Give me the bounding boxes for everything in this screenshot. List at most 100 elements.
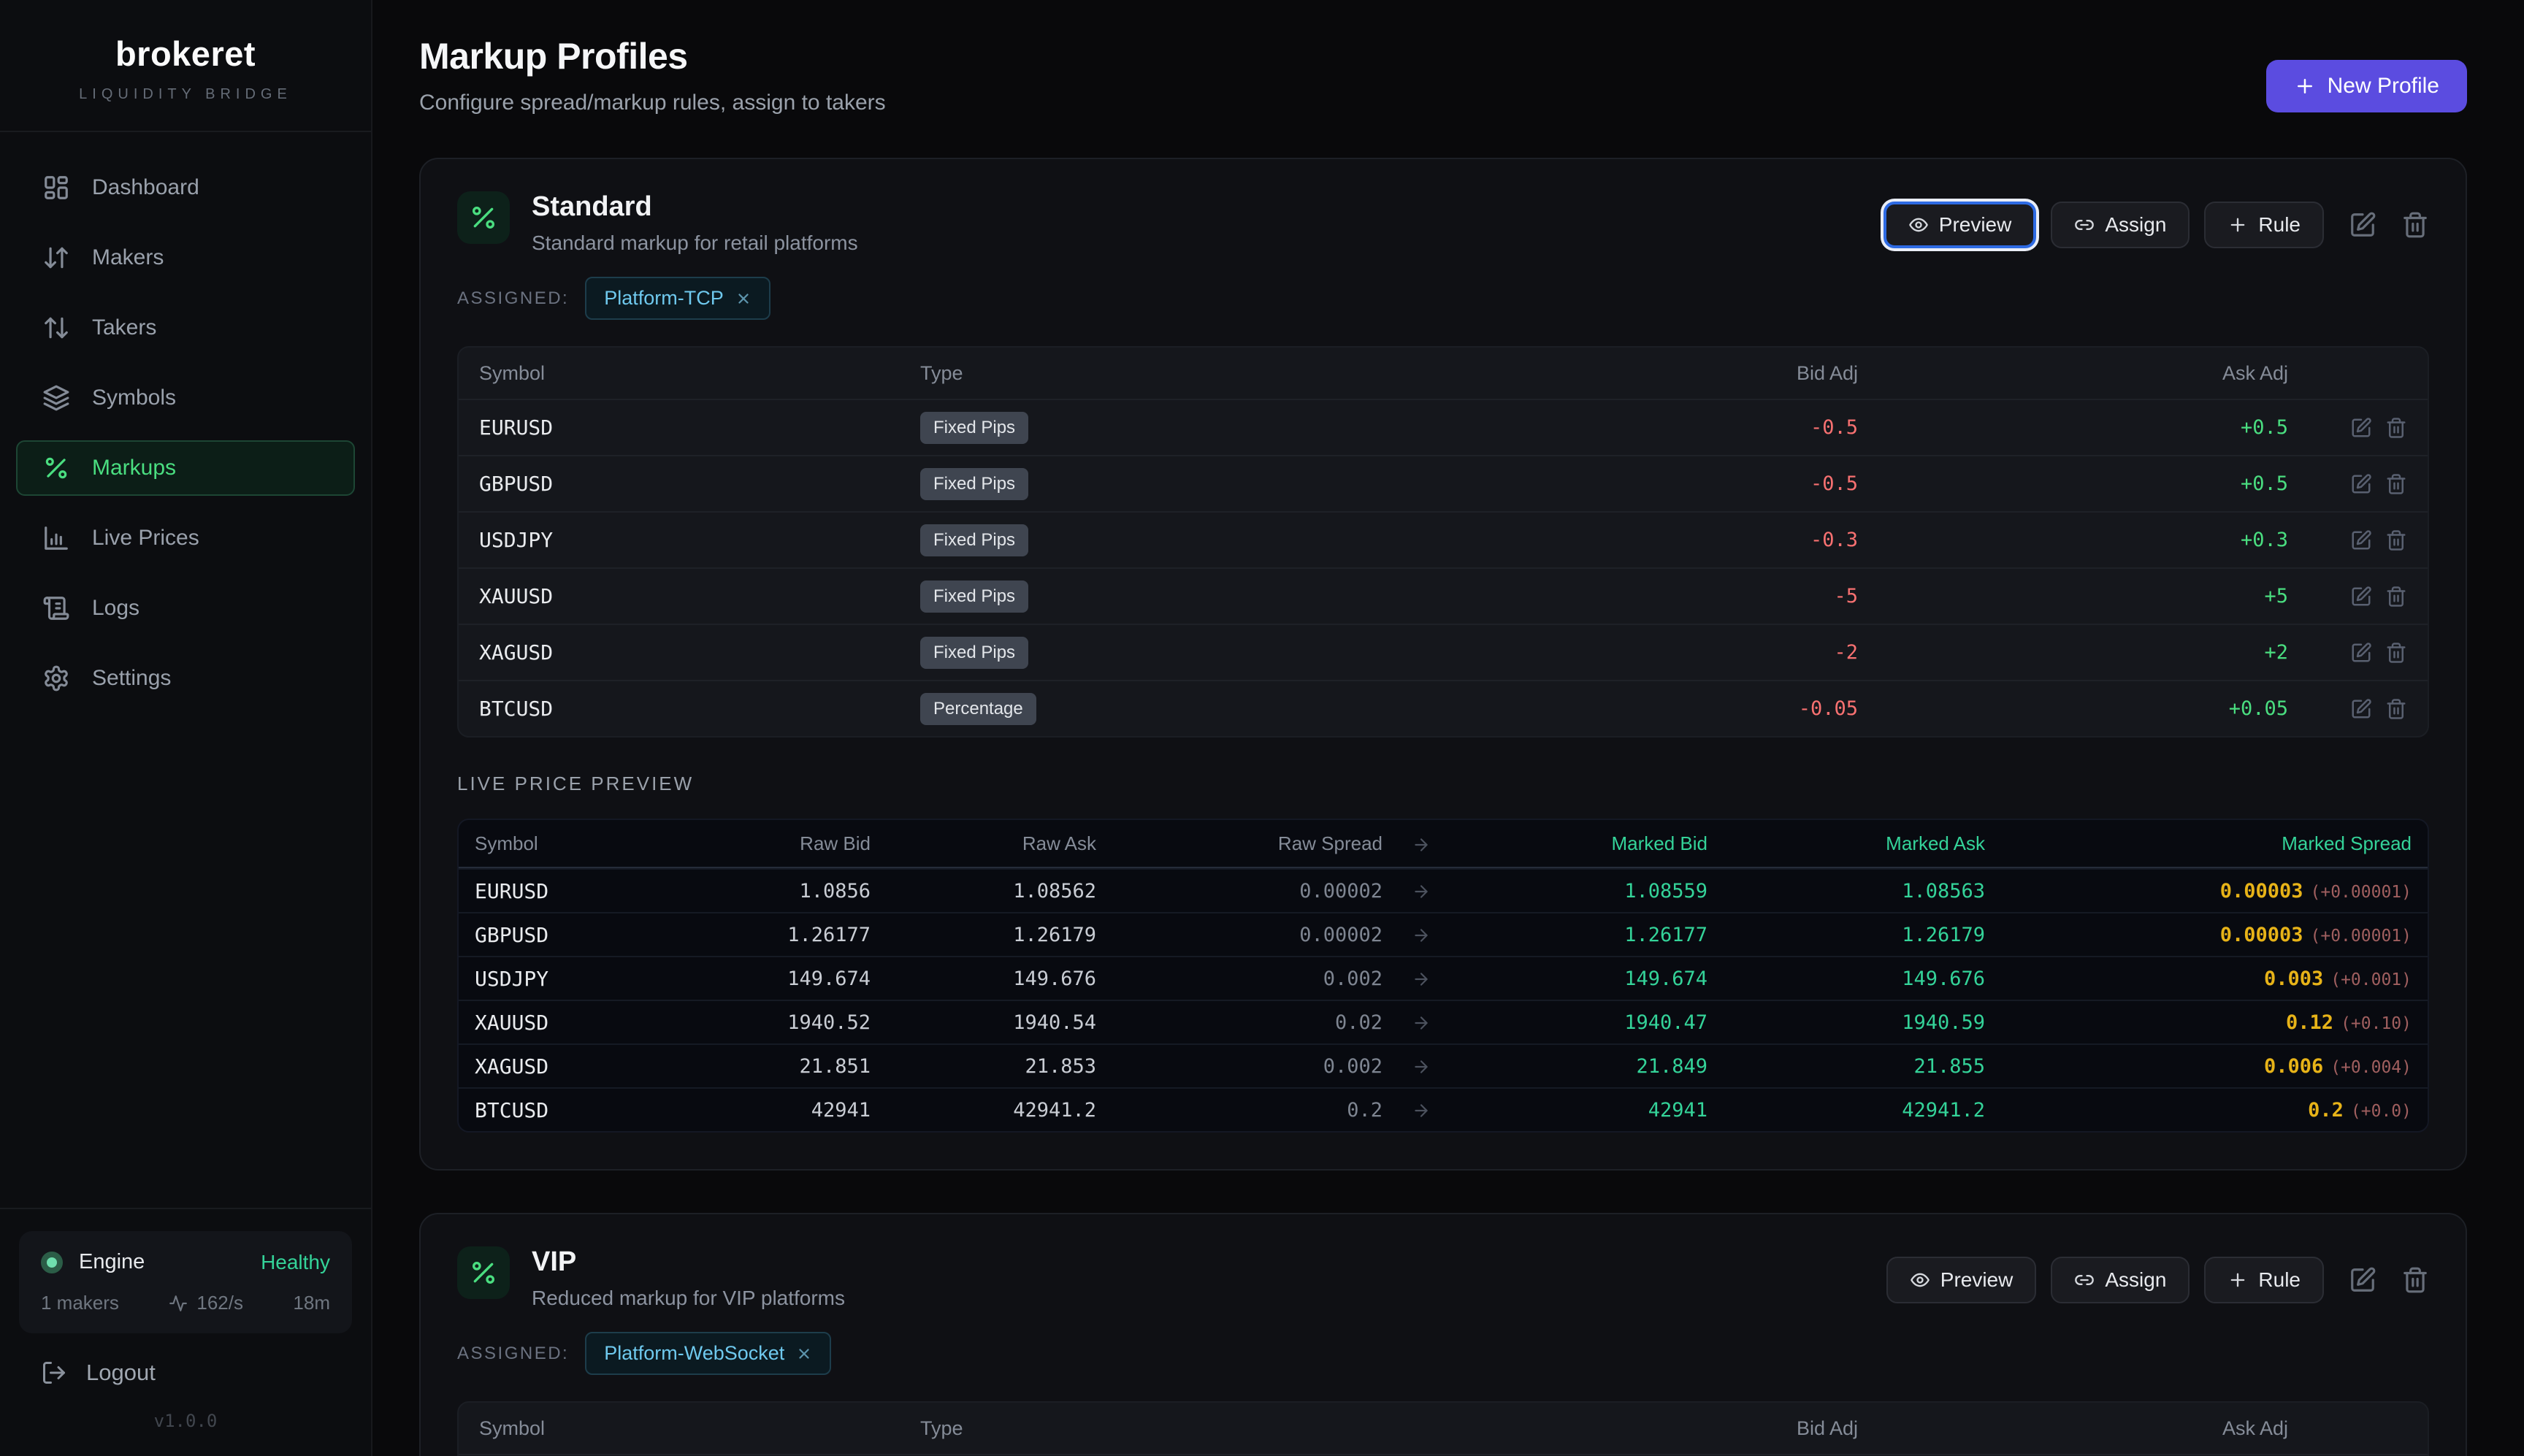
col-marked-ask: Marked Ask <box>1707 832 1985 855</box>
new-profile-label: New Profile <box>2328 74 2439 99</box>
rules-header-row: Symbol Type Bid Adj Ask Adj <box>459 348 2428 399</box>
col-type: Type <box>920 362 1431 385</box>
sidebar-item-label: Symbols <box>92 386 176 410</box>
sidebar-item-takers[interactable]: Takers <box>16 300 355 356</box>
assign-button[interactable]: Assign <box>2051 1257 2190 1303</box>
sidebar-item-label: Makers <box>92 245 164 270</box>
close-icon[interactable] <box>735 291 752 307</box>
sidebar-item-markups[interactable]: Markups <box>16 440 355 496</box>
trash-icon[interactable] <box>2385 529 2407 551</box>
close-icon[interactable] <box>796 1346 812 1362</box>
trash-icon[interactable] <box>2385 473 2407 495</box>
spread-delta: (+0.004) <box>2330 1058 2412 1077</box>
profile-tile <box>457 1246 510 1299</box>
preview-symbol: XAUUSD <box>475 1011 694 1035</box>
link-icon <box>2074 1270 2095 1290</box>
preview-button[interactable]: Preview <box>1884 202 2037 248</box>
logout-button[interactable]: Logout <box>41 1360 352 1386</box>
arrow-right-icon <box>1383 1055 1459 1078</box>
pulse-icon <box>169 1294 188 1313</box>
raw-spread: 0.00002 <box>1096 880 1383 903</box>
plus-icon <box>2227 1270 2248 1290</box>
delete-profile-button[interactable] <box>2401 1266 2429 1294</box>
add-rule-button[interactable]: Rule <box>2204 202 2324 248</box>
col-raw-spread: Raw Spread <box>1096 832 1383 855</box>
sidebar-item-live-prices[interactable]: Live Prices <box>16 510 355 566</box>
brand-tagline: LIQUIDITY BRIDGE <box>0 86 371 103</box>
edit-icon[interactable] <box>2350 417 2372 439</box>
edit-profile-button[interactable] <box>2349 1266 2376 1294</box>
assigned-taker-chip[interactable]: Platform-WebSocket <box>585 1332 831 1375</box>
col-raw-ask: Raw Ask <box>871 832 1096 855</box>
rule-row: BTCUSD Percentage -0.05 +0.05 <box>459 680 2428 736</box>
sidebar-item-logs[interactable]: Logs <box>16 581 355 636</box>
assigned-taker-name: Platform-TCP <box>604 287 724 310</box>
marked-ask: 21.855 <box>1707 1055 1985 1078</box>
marked-ask: 1.26179 <box>1707 924 1985 946</box>
page-header: Markup Profiles Configure spread/markup … <box>419 35 2467 115</box>
rule-bid-adj: -5 <box>1431 585 1858 608</box>
rule-type-badge: Fixed Pips <box>920 468 1028 500</box>
raw-bid: 1.0856 <box>694 880 871 903</box>
assign-button[interactable]: Assign <box>2051 202 2190 248</box>
edit-icon[interactable] <box>2350 642 2372 664</box>
raw-bid: 42941 <box>694 1099 871 1122</box>
link-icon <box>2074 215 2095 235</box>
delete-profile-button[interactable] <box>2401 211 2429 239</box>
engine-health-dot-icon <box>41 1252 63 1273</box>
raw-ask: 1.26179 <box>871 924 1096 946</box>
markup-rules-table: Symbol Type Bid Adj Ask Adj EURUSD Fixed… <box>457 1401 2429 1456</box>
edit-icon[interactable] <box>2350 529 2372 551</box>
arrow-right-icon <box>1383 968 1459 990</box>
raw-ask: 1.08562 <box>871 880 1096 903</box>
sidebar-item-settings[interactable]: Settings <box>16 651 355 706</box>
marked-bid: 1.26177 <box>1459 924 1707 946</box>
trash-icon[interactable] <box>2385 417 2407 439</box>
arrow-right-icon <box>1383 1099 1459 1122</box>
add-rule-button[interactable]: Rule <box>2204 1257 2324 1303</box>
marked-spread: 0.006 <box>2264 1055 2323 1078</box>
marked-bid: 1.08559 <box>1459 880 1707 903</box>
assigned-label: ASSIGNED: <box>457 288 569 309</box>
trash-icon[interactable] <box>2385 698 2407 720</box>
col-symbol: Symbol <box>479 362 920 385</box>
marked-ask: 149.676 <box>1707 968 1985 990</box>
markup-rules-table: Symbol Type Bid Adj Ask Adj EURUSD Fixed… <box>457 346 2429 737</box>
sidebar-item-symbols[interactable]: Symbols <box>16 370 355 426</box>
sidebar-footer: Engine Healthy 1 makers 162/s 18m Logout… <box>0 1208 371 1456</box>
new-profile-button[interactable]: New Profile <box>2266 60 2467 112</box>
trash-icon[interactable] <box>2385 586 2407 608</box>
spread-delta: (+0.00001) <box>2311 927 2412 946</box>
page-subtitle: Configure spread/markup rules, assign to… <box>419 91 886 115</box>
rule-ask-adj: +5 <box>1858 585 2288 608</box>
trash-icon[interactable] <box>2385 642 2407 664</box>
rule-ask-adj: +0.05 <box>1858 697 2288 720</box>
edit-icon[interactable] <box>2350 473 2372 495</box>
rule-type-badge: Fixed Pips <box>920 581 1028 613</box>
rule-symbol: USDJPY <box>479 528 920 552</box>
engine-rate: 162/s <box>196 1292 243 1314</box>
marked-spread-cell: 0.2(+0.0) <box>1985 1099 2412 1122</box>
edit-profile-button[interactable] <box>2349 211 2376 239</box>
sidebar-item-dashboard[interactable]: Dashboard <box>16 160 355 215</box>
plus-icon <box>2227 215 2248 235</box>
rule-row: XAUUSD Fixed Pips -5 +5 <box>459 567 2428 624</box>
marked-bid: 1940.47 <box>1459 1011 1707 1034</box>
assigned-taker-chip[interactable]: Platform-TCP <box>585 277 770 320</box>
rule-symbol: BTCUSD <box>479 697 920 721</box>
preview-button[interactable]: Preview <box>1886 1257 2037 1303</box>
marked-spread-cell: 0.006 (+0.004) <box>1985 1055 2412 1078</box>
markup-profiles-page: brokeret LIQUIDITY BRIDGE Dashboard Make… <box>0 0 2524 1456</box>
raw-bid: 21.851 <box>694 1055 871 1078</box>
preview-symbol: USDJPY <box>475 967 694 991</box>
preview-header-row: Symbol Raw Bid Raw Ask Raw Spread Marked… <box>459 820 2428 868</box>
profile-description: Standard markup for retail platforms <box>532 231 858 255</box>
rule-label: Rule <box>2258 1268 2301 1292</box>
logo-block: brokeret LIQUIDITY BRIDGE <box>0 0 371 132</box>
edit-icon[interactable] <box>2350 698 2372 720</box>
page-title: Markup Profiles <box>419 35 886 77</box>
edit-icon[interactable] <box>2350 586 2372 608</box>
profile-name: Standard <box>532 191 858 223</box>
profile-description: Reduced markup for VIP platforms <box>532 1287 845 1310</box>
sidebar-item-makers[interactable]: Makers <box>16 230 355 286</box>
